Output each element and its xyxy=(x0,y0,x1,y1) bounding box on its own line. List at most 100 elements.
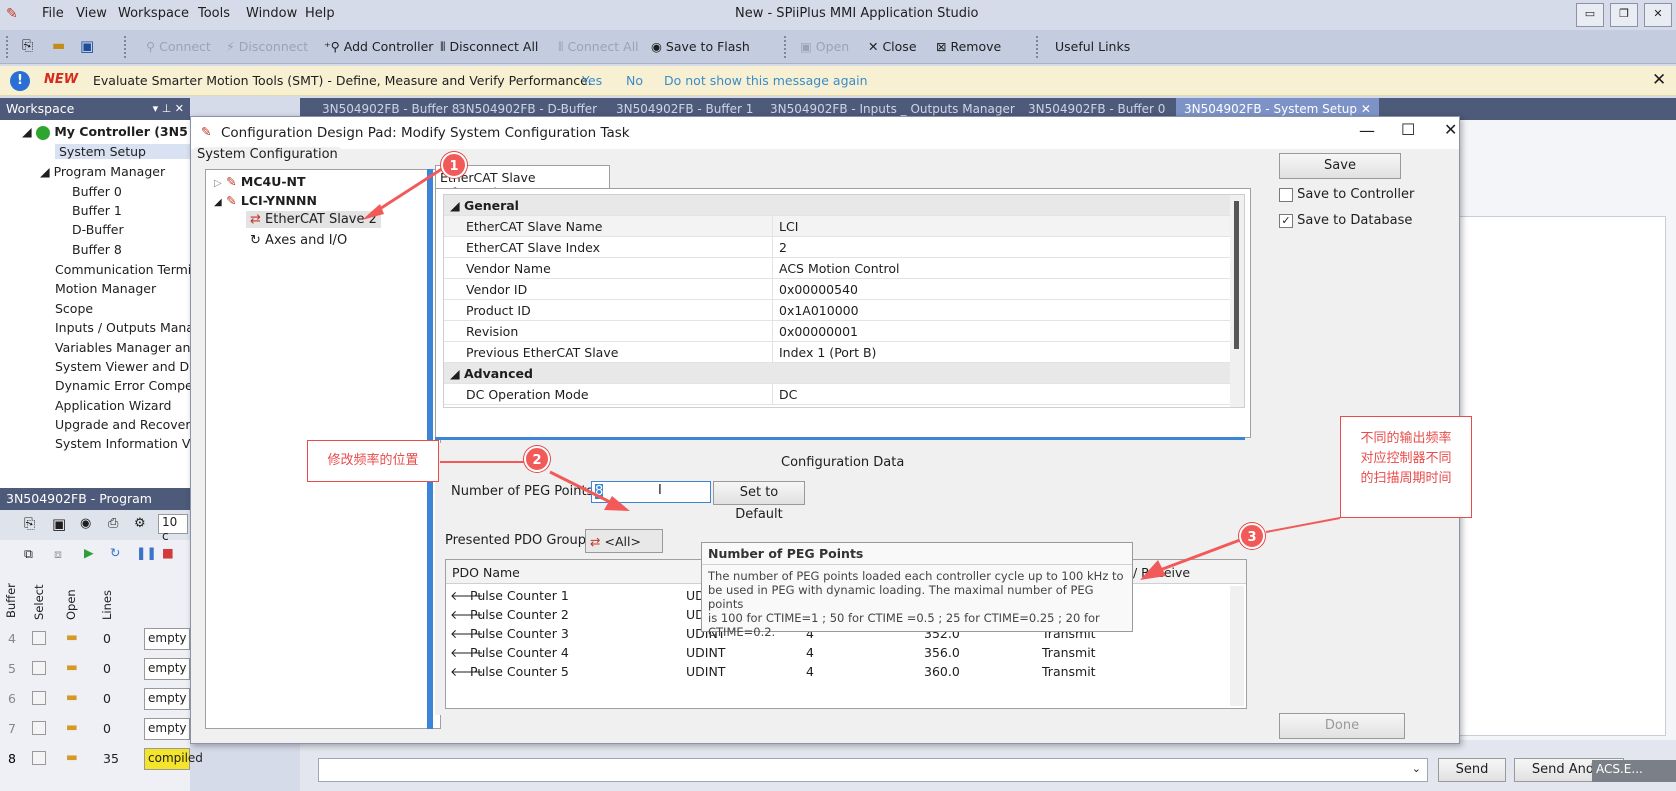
open-folder-icon[interactable]: ▬ xyxy=(52,38,65,54)
property-scrollbar[interactable] xyxy=(1230,195,1244,407)
dialog-maximize-icon[interactable]: ☐ xyxy=(1401,120,1415,139)
folder-icon[interactable]: ▬ xyxy=(66,629,78,644)
horizontal-splitter[interactable] xyxy=(435,437,1245,440)
dialog-close-icon[interactable]: ✕ xyxy=(1444,120,1457,139)
set-to-default-button[interactable]: Set to Default xyxy=(713,481,805,522)
menu-view[interactable]: View xyxy=(76,6,107,21)
folder-icon[interactable]: ▬ xyxy=(66,749,78,764)
save-buffer-icon[interactable]: ▣ xyxy=(52,515,66,533)
tree-node-ethercat-slave-2[interactable]: ⇄ EtherCAT Slave 2 xyxy=(246,211,381,228)
tab-buffer-8[interactable]: 3N504902FB - Buffer 8 xyxy=(322,102,459,116)
select-checkbox[interactable] xyxy=(32,631,46,645)
menu-tools[interactable]: Tools xyxy=(198,6,230,21)
tree-variables-manager[interactable]: Variables Manager and xyxy=(55,340,198,355)
restore-icon[interactable]: ❐ xyxy=(1610,3,1638,27)
tree-program-manager[interactable]: ◢ Program Manager xyxy=(40,164,165,179)
save-icon[interactable]: ▣ xyxy=(80,37,94,55)
collapse-icon[interactable]: ◢ xyxy=(214,197,222,208)
connect-button[interactable]: ⚲ Connect xyxy=(146,39,211,54)
chevron-down-icon[interactable]: ⌄ xyxy=(1412,762,1421,775)
notification-dont-show-link[interactable]: Do not show this message again xyxy=(664,73,868,88)
tree-motion-manager[interactable]: Motion Manager xyxy=(55,281,156,296)
pause-icon[interactable]: ❚❚ xyxy=(136,545,157,560)
useful-links-button[interactable]: Useful Links xyxy=(1055,39,1130,54)
select-checkbox[interactable] xyxy=(32,691,46,705)
toolbar-grip[interactable] xyxy=(784,36,788,58)
toolbar-grip[interactable] xyxy=(124,36,128,58)
save-to-database-checkbox[interactable]: ✓ Save to Database xyxy=(1279,213,1412,228)
tab-close-icon[interactable]: ✕ xyxy=(1361,102,1371,116)
open-button[interactable]: ▣ Open xyxy=(800,39,849,54)
save-to-flash-button[interactable]: ◉ Save to Flash xyxy=(651,39,750,54)
tree-upgrade-recovery[interactable]: Upgrade and Recovery xyxy=(55,417,198,432)
property-row[interactable]: Vendor ID 0x00000540 xyxy=(444,279,1244,300)
folder-icon[interactable]: ▬ xyxy=(66,719,78,734)
select-checkbox[interactable] xyxy=(32,661,46,675)
property-row[interactable]: DC Operation Mode DC xyxy=(444,384,1244,405)
pdo-row[interactable]: 🡐 Pulse Counter 5 UDINT 4 360.0 Transmit xyxy=(446,662,1246,682)
toolbar-grip[interactable] xyxy=(6,36,10,58)
property-row[interactable]: EtherCAT Slave Name LCI xyxy=(444,216,1244,237)
save-to-controller-checkbox[interactable]: Save to Controller xyxy=(1279,187,1414,202)
minimize-icon[interactable]: ▭ xyxy=(1576,3,1604,27)
remove-button[interactable]: ⊠ Remove xyxy=(936,39,1001,54)
disconnect-button[interactable]: ⚡ Disconnect xyxy=(226,39,308,54)
save-all-icon[interactable]: ◉ xyxy=(80,516,91,531)
send-button[interactable]: Send xyxy=(1438,758,1506,782)
category-advanced[interactable]: ◢ Advanced xyxy=(444,363,1244,384)
property-row[interactable]: EtherCAT Slave Index 2 xyxy=(444,237,1244,258)
tab-d-buffer[interactable]: 3N504902FB - D-Buffer xyxy=(458,102,597,116)
checkbox-unchecked-icon[interactable] xyxy=(1279,187,1293,202)
property-row[interactable]: Product ID 0x1A010000 xyxy=(444,300,1244,321)
notification-yes-link[interactable]: Yes xyxy=(582,73,602,88)
menu-workspace[interactable]: Workspace xyxy=(118,6,189,21)
expand-icon[interactable]: ▷ xyxy=(214,178,222,189)
tree-d-buffer[interactable]: D-Buffer xyxy=(72,222,124,237)
folder-icon[interactable]: ▬ xyxy=(66,689,78,704)
acs-taskbar-item[interactable]: ACS.E... xyxy=(1592,760,1676,782)
property-row[interactable]: Vendor Name ACS Motion Control xyxy=(444,258,1244,279)
folder-icon[interactable]: ▬ xyxy=(66,659,78,674)
select-checkbox[interactable] xyxy=(32,721,46,735)
dialog-minimize-icon[interactable]: — xyxy=(1359,121,1375,140)
buffer-row[interactable]: 4 ▬ 0 empty xyxy=(0,626,190,652)
new-workspace-icon[interactable]: ⎘ xyxy=(22,38,33,54)
tree-communication-terminal[interactable]: Communication Termin xyxy=(55,262,199,277)
category-general[interactable]: ◢ General xyxy=(444,195,1244,216)
run-icon[interactable]: ▶ xyxy=(84,545,94,560)
tree-system-information[interactable]: System Information Vi xyxy=(55,436,194,451)
menu-help[interactable]: Help xyxy=(305,6,335,21)
connect-all-button[interactable]: ⦀ Connect All xyxy=(558,39,639,55)
tab-buffer-1[interactable]: 3N504902FB - Buffer 1 xyxy=(616,102,753,116)
menu-file[interactable]: File xyxy=(42,6,64,21)
new-buffer-icon[interactable]: ⎘ xyxy=(24,516,35,532)
tree-scope[interactable]: Scope xyxy=(55,301,93,316)
buffer-count-field[interactable]: 10 c xyxy=(158,514,188,543)
notification-no-link[interactable]: No xyxy=(626,73,643,88)
tree-system-viewer[interactable]: System Viewer and Dia xyxy=(55,359,200,374)
panel-pin-close-icon[interactable]: ▾ ⊥ ✕ xyxy=(153,98,184,120)
toolbar-grip[interactable] xyxy=(1036,36,1040,58)
done-button[interactable]: Done xyxy=(1279,713,1405,739)
tree-buffer-0[interactable]: Buffer 0 xyxy=(72,184,122,199)
select-checkbox[interactable] xyxy=(32,751,46,765)
tab-io-manager[interactable]: 3N504902FB - Inputs _ Outputs Manager xyxy=(770,102,1015,116)
stop-icon[interactable]: ■ xyxy=(162,545,174,560)
buffer-row[interactable]: 6 ▬ 0 empty xyxy=(0,686,190,712)
command-input[interactable]: ⌄ xyxy=(318,758,1428,782)
tree-application-wizard[interactable]: Application Wizard xyxy=(55,398,171,413)
close-button[interactable]: ✕ Close xyxy=(868,39,917,54)
menu-window[interactable]: Window xyxy=(246,6,297,21)
select-all-icon[interactable]: ⧉ xyxy=(24,546,33,562)
tab-buffer-0[interactable]: 3N504902FB - Buffer 0 xyxy=(1028,102,1165,116)
property-row[interactable]: Revision 0x00000001 xyxy=(444,321,1244,342)
copy-icon[interactable]: ⧈ xyxy=(54,546,62,562)
tree-io-manager[interactable]: Inputs / Outputs Mana xyxy=(55,320,194,335)
pdo-group-select[interactable]: ⇄ <All> xyxy=(585,529,663,553)
load-icon[interactable]: ⎙ xyxy=(108,516,118,531)
tree-buffer-1[interactable]: Buffer 1 xyxy=(72,203,122,218)
tree-node-lci[interactable]: ◢ ✎ LCI-YNNNN xyxy=(214,193,317,208)
add-controller-button[interactable]: ⁺⚲ Add Controller xyxy=(324,39,433,54)
step-icon[interactable]: ↻ xyxy=(110,545,120,560)
buffer-row[interactable]: 7 ▬ 0 empty xyxy=(0,716,190,742)
